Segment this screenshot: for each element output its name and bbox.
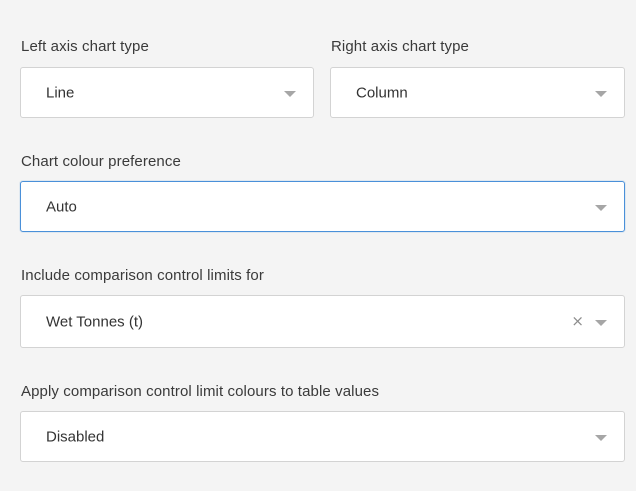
chart-colour-preference-value: Auto <box>46 198 77 215</box>
chevron-down-icon[interactable] <box>284 90 296 97</box>
chevron-down-icon[interactable] <box>595 434 607 441</box>
left-axis-chart-type-select[interactable]: Line <box>20 67 314 118</box>
chevron-down-icon[interactable] <box>595 319 607 326</box>
comparison-control-limits-select[interactable]: Wet Tonnes (t) × <box>20 295 625 348</box>
limit-colours-label: Apply comparison control limit colours t… <box>21 383 380 400</box>
limit-colours-select[interactable]: Disabled <box>20 411 625 462</box>
chevron-down-icon[interactable] <box>595 90 607 97</box>
chevron-down-icon[interactable] <box>595 204 607 211</box>
left-axis-chart-type-label: Left axis chart type <box>21 38 149 55</box>
right-axis-chart-type-value: Column <box>356 84 408 101</box>
chart-colour-preference-label: Chart colour preference <box>21 153 181 170</box>
comparison-control-limits-label: Include comparison control limits for <box>21 267 264 284</box>
left-axis-chart-type-value: Line <box>46 84 75 101</box>
limit-colours-value: Disabled <box>46 428 105 445</box>
right-axis-chart-type-label: Right axis chart type <box>331 38 469 55</box>
chart-colour-preference-select[interactable]: Auto <box>20 181 625 232</box>
comparison-control-limits-value: Wet Tonnes (t) <box>46 313 143 330</box>
close-icon[interactable]: × <box>571 313 584 329</box>
right-axis-chart-type-select[interactable]: Column <box>330 67 625 118</box>
